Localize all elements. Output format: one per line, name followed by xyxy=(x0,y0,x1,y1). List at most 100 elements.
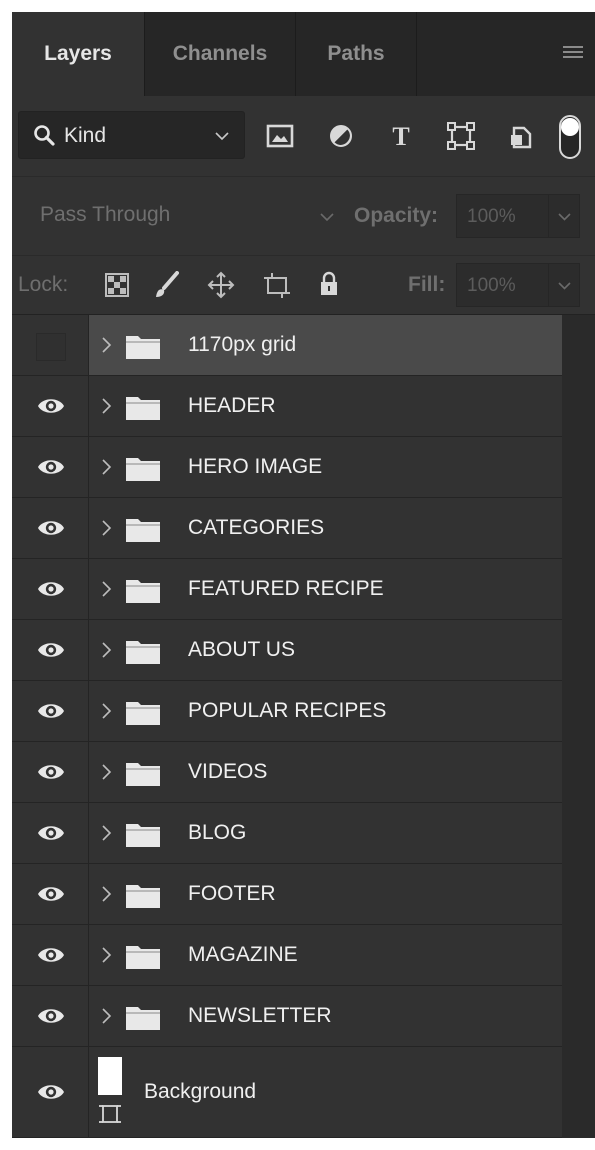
layer-row[interactable]: BLOG xyxy=(12,803,562,864)
layer-row[interactable]: VIDEOS xyxy=(12,742,562,803)
layer-name: VIDEOS xyxy=(188,760,268,783)
eye-icon[interactable] xyxy=(37,762,65,782)
eye-icon[interactable] xyxy=(37,518,65,538)
layer-list: 1170px grid HEADER HERO IMAGE CATEGORIES FEA… xyxy=(12,315,562,1138)
layer-row[interactable]: CATEGORIES xyxy=(12,498,562,559)
visibility-cell[interactable] xyxy=(12,559,89,619)
visibility-cell[interactable] xyxy=(12,376,89,436)
tab-paths[interactable]: Paths xyxy=(296,12,416,96)
lock-pixels-icon[interactable] xyxy=(153,271,179,299)
layer-row[interactable]: 1170px grid xyxy=(12,315,562,376)
layer-row[interactable]: MAGAZINE xyxy=(12,925,562,986)
shape-filter-icon[interactable] xyxy=(446,122,476,150)
layer-row[interactable]: FOOTER xyxy=(12,864,562,925)
folder-icon xyxy=(126,336,160,359)
visibility-cell[interactable] xyxy=(12,315,89,375)
hamburger-menu-icon[interactable] xyxy=(563,46,583,60)
visibility-cell[interactable] xyxy=(12,925,89,985)
artboard-icon xyxy=(99,1105,121,1123)
eye-icon[interactable] xyxy=(37,823,65,843)
eye-icon[interactable] xyxy=(37,1082,65,1102)
folder-icon xyxy=(126,580,160,603)
visibility-cell[interactable] xyxy=(12,681,89,741)
filter-toggle-icon[interactable] xyxy=(558,114,582,160)
visibility-cell[interactable] xyxy=(12,498,89,558)
svg-text:T: T xyxy=(392,122,409,150)
layer-name: BLOG xyxy=(188,821,247,844)
chevron-right-icon[interactable] xyxy=(100,333,114,357)
folder-icon xyxy=(126,763,160,786)
lock-position-icon[interactable] xyxy=(206,270,236,300)
layer-name: 1170px grid xyxy=(188,333,297,356)
visibility-cell[interactable] xyxy=(12,864,89,924)
image-filter-icon[interactable] xyxy=(265,122,295,150)
chevron-right-icon[interactable] xyxy=(100,943,114,967)
eye-icon[interactable] xyxy=(37,701,65,721)
layer-name: FOOTER xyxy=(188,882,276,905)
lock-row: Lock: Fill: 100% xyxy=(12,256,595,315)
eye-icon[interactable] xyxy=(37,396,65,416)
chevron-right-icon[interactable] xyxy=(100,1004,114,1028)
visibility-cell[interactable] xyxy=(12,742,89,802)
layer-row[interactable]: ABOUT US xyxy=(12,620,562,681)
eye-icon[interactable] xyxy=(37,1006,65,1026)
chevron-right-icon[interactable] xyxy=(100,699,114,723)
panel-tab-bar: Layers Channels Paths xyxy=(12,12,595,96)
layers-panel: Layers Channels Paths Kind T Pass Throug… xyxy=(12,12,595,1138)
kind-filter-select[interactable]: Kind xyxy=(18,111,245,159)
folder-icon xyxy=(126,519,160,542)
folder-icon xyxy=(126,1007,160,1030)
layer-row[interactable]: FEATURED RECIPE xyxy=(12,559,562,620)
visibility-cell[interactable] xyxy=(12,986,89,1046)
blend-mode-select[interactable]: Pass Through xyxy=(18,191,350,239)
layer-list-scroll-gutter xyxy=(562,315,595,1138)
chevron-right-icon[interactable] xyxy=(100,577,114,601)
layer-row[interactable]: POPULAR RECIPES xyxy=(12,681,562,742)
filter-row: Kind T xyxy=(12,96,595,177)
fill-input[interactable]: 100% xyxy=(456,263,549,307)
chevron-right-icon[interactable] xyxy=(100,516,114,540)
blend-mode-value: Pass Through xyxy=(40,203,171,226)
background-layer-row[interactable]: Background xyxy=(12,1047,562,1138)
lock-artboard-icon[interactable] xyxy=(262,271,292,299)
chevron-down-icon xyxy=(558,282,571,290)
opacity-input[interactable]: 100% xyxy=(456,194,549,238)
lock-label: Lock: xyxy=(18,273,69,296)
layer-name: ABOUT US xyxy=(188,638,295,661)
visibility-cell[interactable] xyxy=(12,437,89,497)
chevron-right-icon[interactable] xyxy=(100,821,114,845)
visibility-cell[interactable] xyxy=(12,803,89,863)
opacity-label: Opacity: xyxy=(354,204,439,227)
visibility-cell[interactable] xyxy=(12,1047,89,1137)
layer-row[interactable]: HEADER xyxy=(12,376,562,437)
folder-icon xyxy=(126,824,160,847)
chevron-right-icon[interactable] xyxy=(100,455,114,479)
fill-dropdown[interactable] xyxy=(548,263,580,307)
smart-object-filter-icon[interactable] xyxy=(506,122,536,150)
folder-icon xyxy=(126,641,160,664)
visibility-toggle-empty[interactable] xyxy=(36,333,66,361)
layer-row[interactable]: HERO IMAGE xyxy=(12,437,562,498)
blend-row: Pass Through Opacity: 100% xyxy=(12,177,595,256)
eye-icon[interactable] xyxy=(37,579,65,599)
layer-row[interactable]: NEWSLETTER xyxy=(12,986,562,1047)
adjustment-filter-icon[interactable] xyxy=(326,122,356,150)
eye-icon[interactable] xyxy=(37,640,65,660)
eye-icon[interactable] xyxy=(37,884,65,904)
chevron-right-icon[interactable] xyxy=(100,638,114,662)
type-filter-icon[interactable]: T xyxy=(386,122,416,150)
eye-icon[interactable] xyxy=(37,457,65,477)
chevron-right-icon[interactable] xyxy=(100,394,114,418)
lock-all-icon[interactable] xyxy=(319,270,339,298)
tab-channels[interactable]: Channels xyxy=(145,12,295,96)
lock-transparent-icon[interactable] xyxy=(105,273,129,297)
folder-icon xyxy=(126,702,160,725)
tab-layers[interactable]: Layers xyxy=(12,12,144,96)
chevron-right-icon[interactable] xyxy=(100,760,114,784)
chevron-right-icon[interactable] xyxy=(100,882,114,906)
layer-thumbnail xyxy=(98,1057,122,1095)
opacity-dropdown[interactable] xyxy=(548,194,580,238)
visibility-cell[interactable] xyxy=(12,620,89,680)
chevron-down-icon xyxy=(320,213,334,222)
eye-icon[interactable] xyxy=(37,945,65,965)
